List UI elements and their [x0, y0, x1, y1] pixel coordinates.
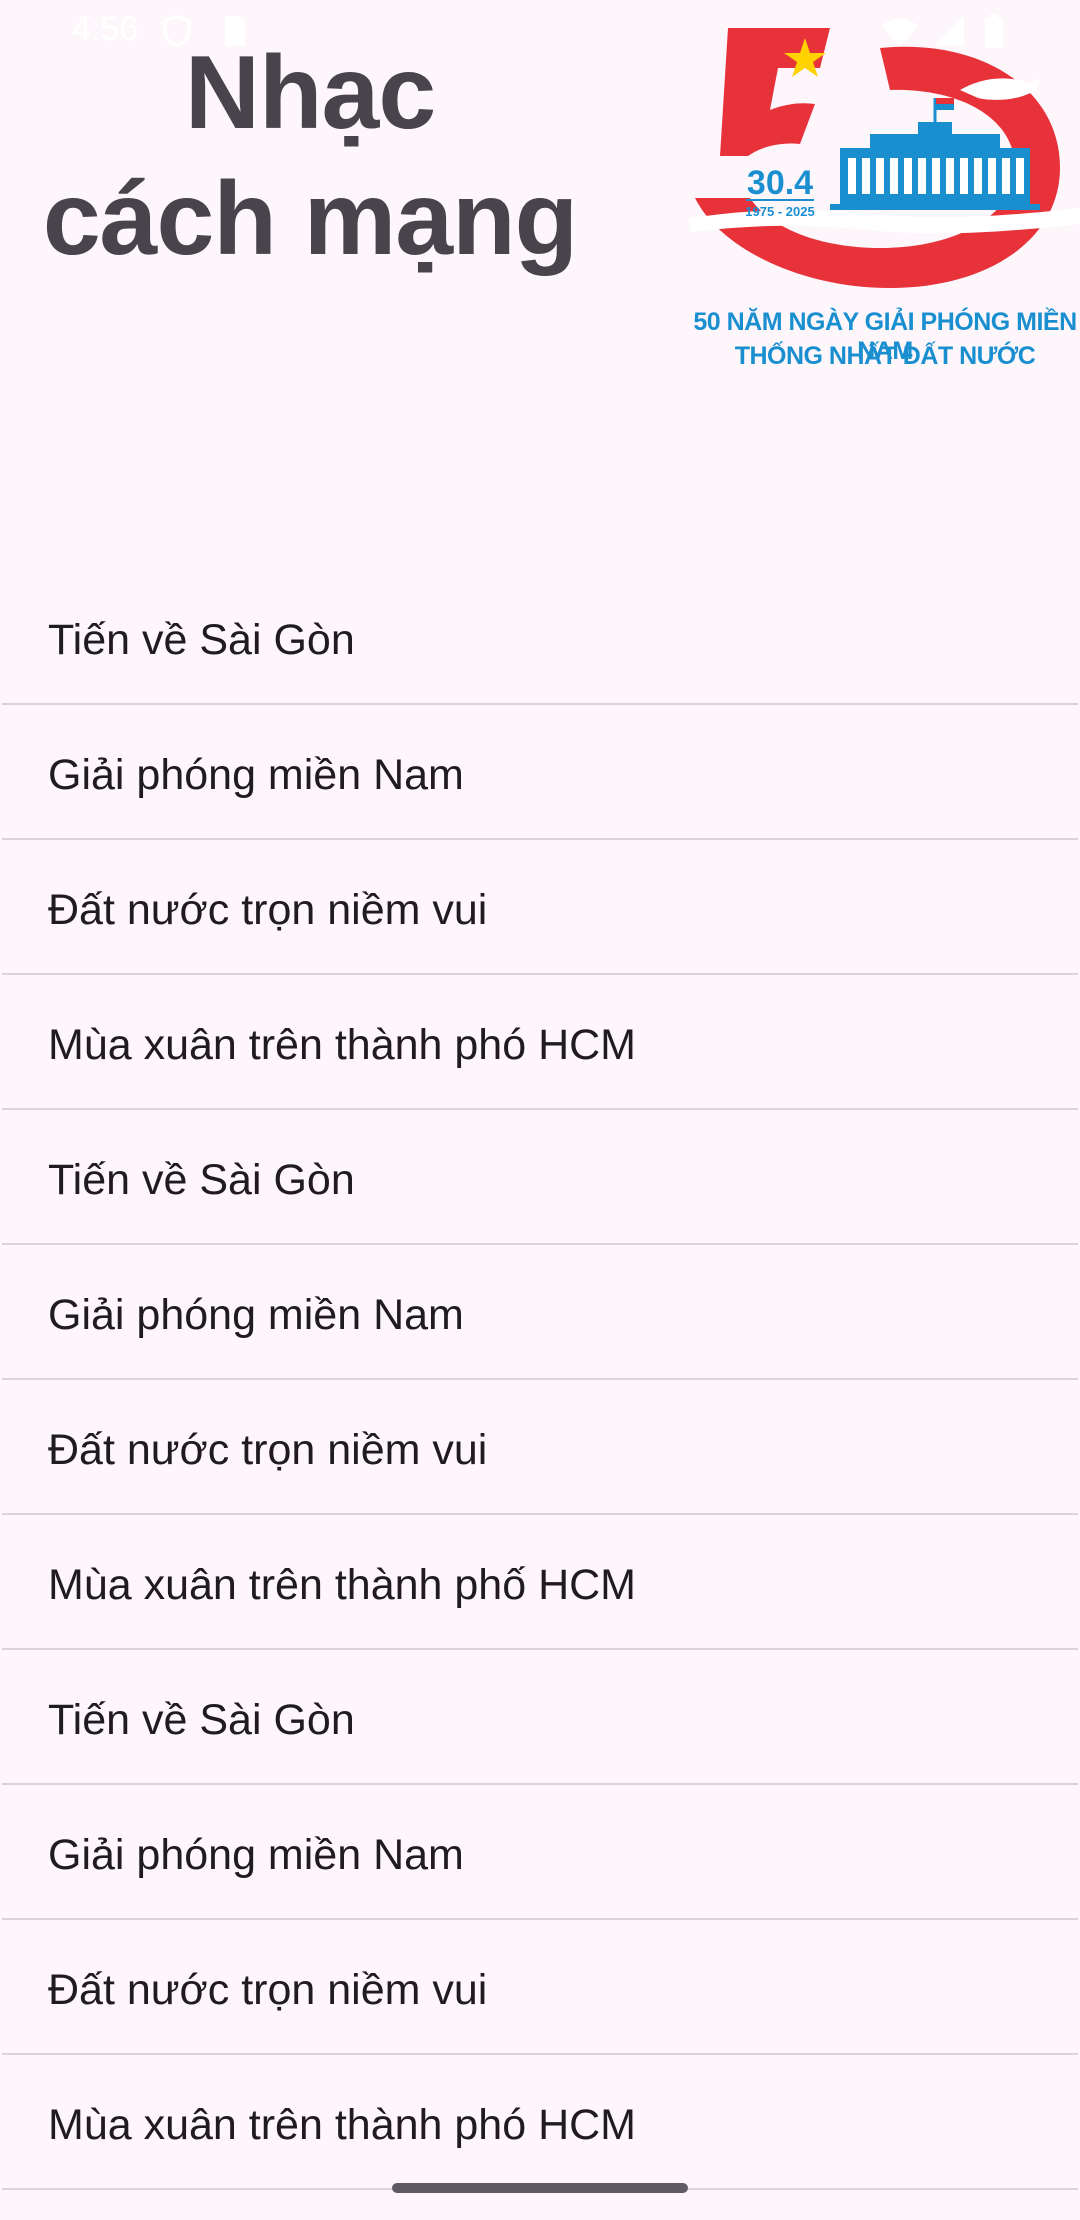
song-title: Đất nước trọn niềm vui: [48, 1426, 488, 1474]
song-item[interactable]: Tiến về Sài Gòn: [2, 570, 1078, 705]
song-item[interactable]: Giải phóng miền Nam: [2, 1245, 1078, 1380]
page-title-line-1: Nhạc: [184, 35, 436, 151]
song-title: Mùa xuân trên thành phó HCM: [48, 1021, 636, 1069]
song-title: Tiến về Sài Gòn: [48, 616, 355, 664]
song-title: Giải phóng miền Nam: [48, 1291, 464, 1339]
page-title: Nhạc cách mạng: [30, 30, 590, 282]
song-title: Mùa xuân trên thành phố HCM: [48, 1561, 636, 1609]
song-item[interactable]: Mùa xuân trên thành phó HCM: [2, 2055, 1078, 2190]
song-item[interactable]: Đất nước trọn niềm vui: [2, 1380, 1078, 1515]
page-title-line-2: cách mạng: [42, 161, 578, 277]
logo-caption-line-2: THỐNG NHẤT ĐẤT NƯỚC: [734, 342, 1036, 370]
anniversary-logo: 30.4 1975 - 2025 50 NĂM NGÀY GIẢI PHÓNG …: [690, 18, 1080, 378]
song-item[interactable]: Mùa xuân trên thành phố HCM: [2, 1515, 1078, 1650]
song-title: Đất nước trọn niềm vui: [48, 886, 488, 934]
song-item[interactable]: Giải phóng miền Nam: [2, 705, 1078, 840]
song-list: Tiến về Sài Gòn Giải phóng miền Nam Đất …: [0, 570, 1080, 2190]
song-item[interactable]: Tiến về Sài Gòn: [2, 1650, 1078, 1785]
logo-date: 30.4: [747, 164, 813, 202]
song-title: Mùa xuân trên thành phó HCM: [48, 2101, 636, 2149]
song-item[interactable]: Đất nước trọn niềm vui: [2, 1920, 1078, 2055]
song-item[interactable]: Giải phóng miền Nam: [2, 1785, 1078, 1920]
song-title: Giải phóng miền Nam: [48, 1831, 464, 1879]
song-item[interactable]: Tiến về Sài Gòn: [2, 1110, 1078, 1245]
song-title: Tiến về Sài Gòn: [48, 1156, 355, 1204]
anniversary-logo-graphic: 30.4 1975 - 2025: [690, 28, 1080, 288]
logo-years: 1975 - 2025: [745, 204, 814, 219]
song-item[interactable]: Mùa xuân trên thành phó HCM: [2, 975, 1078, 1110]
song-title: Giải phóng miền Nam: [48, 751, 464, 799]
song-title: Đất nước trọn niềm vui: [48, 1966, 488, 2014]
song-title: Tiến về Sài Gòn: [48, 1696, 355, 1744]
navigation-handle[interactable]: [392, 2183, 688, 2193]
song-item[interactable]: Đất nước trọn niềm vui: [2, 840, 1078, 975]
app-header: Nhạc cách mạng 30.4 1975 - 2025 50 NĂM N…: [0, 0, 1080, 560]
